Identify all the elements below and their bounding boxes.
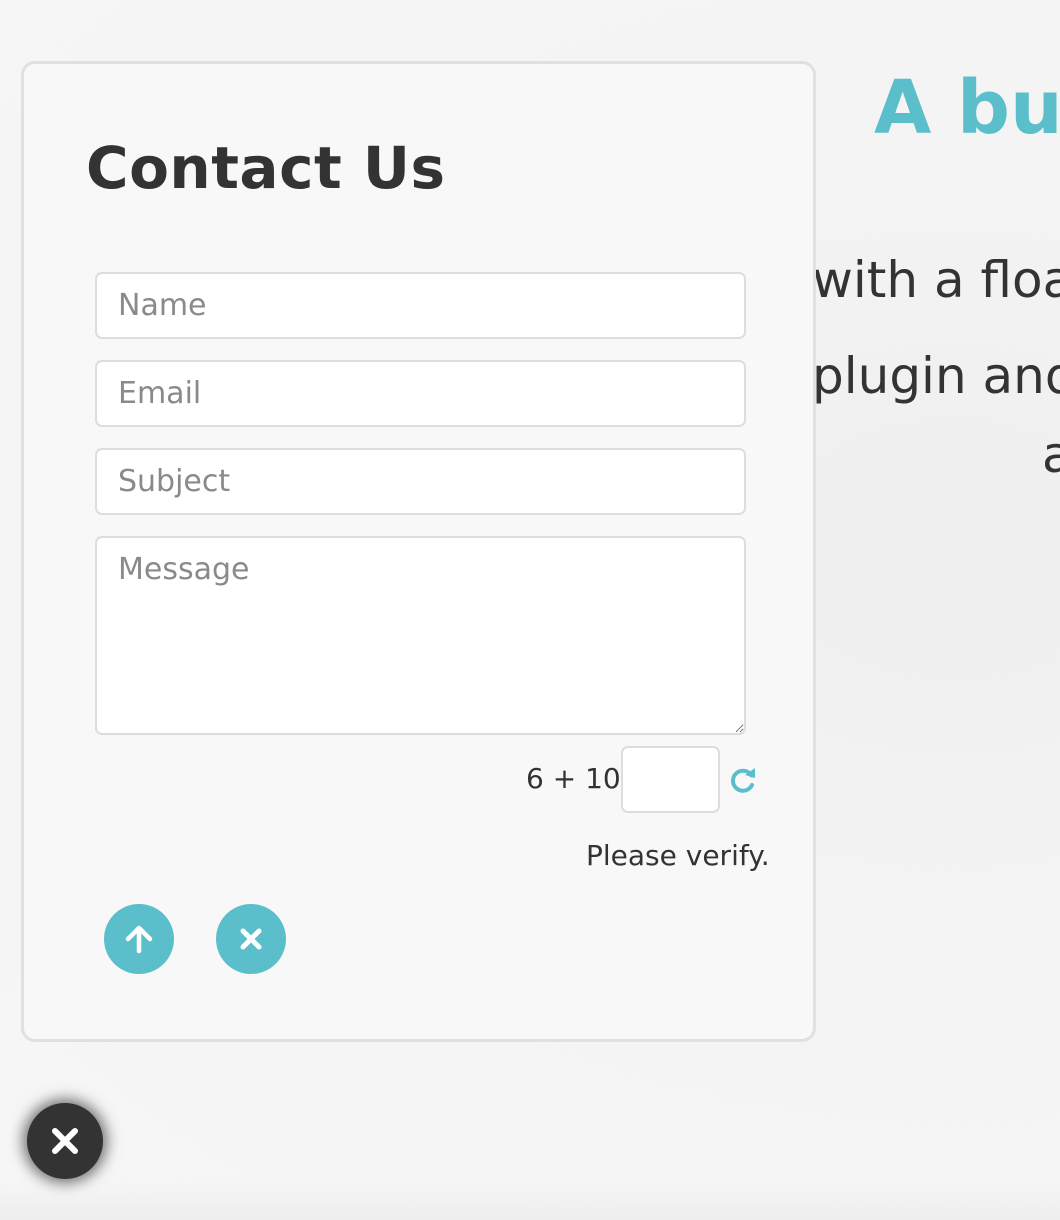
- subject-input[interactable]: [95, 448, 746, 515]
- contact-form-title: Contact Us: [86, 134, 446, 202]
- close-icon: [27, 1124, 103, 1158]
- message-textarea[interactable]: [95, 536, 746, 735]
- refresh-icon[interactable]: [727, 764, 759, 796]
- captcha-status-message: Please verify.: [586, 839, 770, 872]
- close-icon: [216, 924, 286, 954]
- name-input[interactable]: [95, 272, 746, 339]
- arrow-up-icon: [104, 922, 174, 956]
- background-text-line-2: plugin and: [812, 347, 1060, 405]
- page-bottom-fade: [0, 1180, 1060, 1220]
- cancel-button[interactable]: [216, 904, 286, 974]
- email-input[interactable]: [95, 360, 746, 427]
- submit-button[interactable]: [104, 904, 174, 974]
- background-text-line-3: a: [1042, 426, 1060, 484]
- floating-close-button[interactable]: [27, 1103, 103, 1179]
- background-heading: A but: [874, 65, 1060, 151]
- contact-form-panel: Contact Us 6 + 10= Please verify.: [21, 61, 816, 1042]
- captcha-answer-input[interactable]: [621, 746, 720, 813]
- background-text-line-1: with a floa: [812, 251, 1060, 309]
